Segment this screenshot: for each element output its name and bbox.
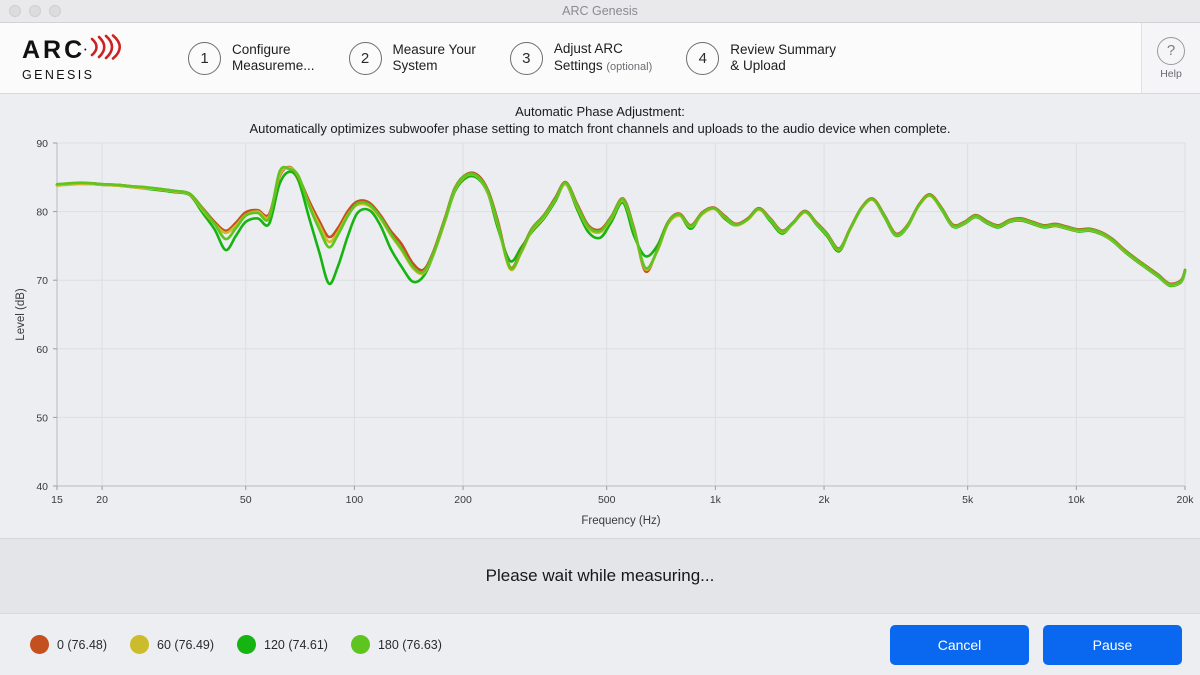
- x-tick-label: 500: [598, 494, 616, 506]
- x-tick-label: 5k: [962, 494, 974, 506]
- legend-swatch-phase-0: [30, 635, 49, 654]
- legend-swatch-phase-120: [237, 635, 257, 654]
- cancel-button[interactable]: Cancel: [890, 624, 1029, 665]
- footer-bar: 0 (76.48) 60 (76.49) 120 (74.61) 180 (76…: [0, 613, 1200, 675]
- app-header: ARC • GENESIS 1 Configure Measureme... 2…: [0, 23, 1200, 94]
- plot-background: [57, 143, 1185, 486]
- step-1-configure-measurement[interactable]: 1 Configure Measureme...: [188, 41, 315, 75]
- question-mark-icon: ?: [1157, 36, 1185, 65]
- chart-svg: 40 50 60 70 80 90 15 20 50 100 200 500 1k 2k 5k 10k 20k F…: [15, 138, 1195, 527]
- help-label: Help: [1160, 67, 1182, 80]
- y-tick-label: 50: [36, 412, 48, 424]
- arc-genesis-logo: ARC • GENESIS: [22, 34, 146, 82]
- chart-legend: 0 (76.48) 60 (76.49) 120 (74.61) 180 (76…: [30, 635, 442, 654]
- x-tick-label: 20: [96, 494, 108, 506]
- x-tick-label: 2k: [818, 494, 830, 506]
- x-tick-label: 100: [346, 494, 364, 506]
- status-bar: Please wait while measuring...: [0, 538, 1200, 613]
- y-tick-label: 60: [36, 344, 48, 356]
- y-tick-label: 80: [36, 207, 48, 219]
- step-3-line2: Settings (optional): [554, 58, 652, 76]
- help-button[interactable]: ? Help: [1141, 23, 1200, 93]
- x-tick-label: 50: [240, 494, 252, 506]
- status-message: Please wait while measuring...: [485, 566, 715, 585]
- y-tick-label: 40: [36, 481, 48, 493]
- legend-swatch-phase-60: [130, 635, 150, 654]
- legend-item-phase-120[interactable]: 120 (74.61): [237, 635, 328, 654]
- x-axis-title: Frequency (Hz): [581, 515, 660, 527]
- legend-label-phase-0: 0 (76.48): [57, 637, 108, 652]
- step-3-adjust-arc-settings[interactable]: 3 Adjust ARC Settings (optional): [509, 41, 652, 75]
- arc-genesis-window: ARC Genesis ARC • GENESIS 1 Configure Me…: [0, 0, 1200, 675]
- logo-sub-text: GENESIS: [22, 68, 95, 82]
- x-tick-label: 15: [51, 494, 63, 506]
- step-2-line2: System: [392, 58, 438, 73]
- x-tick-label: 10k: [1068, 494, 1086, 506]
- x-tick-label: 1k: [710, 494, 722, 506]
- logo-brand-text: ARC: [22, 35, 86, 64]
- step-4-label: Review Summary & Upload: [730, 42, 836, 75]
- window-title: ARC Genesis: [562, 4, 638, 18]
- x-tick-label: 20k: [1177, 494, 1195, 506]
- step-3-number: 3: [509, 41, 543, 75]
- legend-item-phase-60[interactable]: 60 (76.49): [130, 635, 214, 654]
- step-4-line1: Review Summary: [730, 41, 837, 57]
- step-1-number: 1: [188, 41, 221, 75]
- step-3-optional-tag: (optional): [606, 60, 653, 73]
- frequency-response-chart: 40 50 60 70 80 90 15 20 50 100 200 500 1k 2k 5k 10k 20k F…: [0, 131, 1200, 536]
- step-1-label: Configure Measureme...: [232, 42, 315, 75]
- main-content: Automatic Phase Adjustment: Automaticall…: [0, 94, 1200, 538]
- step-navigation: 1 Configure Measureme... 2 Measure Your …: [168, 41, 1141, 75]
- pause-button[interactable]: Pause: [1043, 624, 1182, 665]
- y-axis-title: Level (dB): [15, 288, 27, 341]
- legend-item-phase-180[interactable]: 180 (76.63): [350, 635, 442, 654]
- step-2-label: Measure Your System: [393, 42, 476, 75]
- step-2-number: 2: [348, 41, 382, 75]
- step-2-measure-your-system[interactable]: 2 Measure Your System: [348, 41, 476, 75]
- step-3-line2-text: Settings: [553, 57, 603, 73]
- legend-item-phase-0[interactable]: 0 (76.48): [30, 635, 107, 654]
- x-tick-label: 200: [454, 494, 472, 506]
- y-tick-label: 90: [36, 138, 48, 150]
- step-4-number: 4: [686, 41, 720, 75]
- registered-mark-icon: •: [84, 46, 87, 54]
- legend-label-phase-120: 120 (74.61): [264, 637, 328, 652]
- step-1-line1: Configure: [232, 41, 291, 57]
- step-2-line1: Measure Your: [392, 41, 476, 57]
- y-tick-label: 70: [36, 275, 48, 287]
- legend-swatch-phase-180: [350, 635, 370, 654]
- legend-label-phase-180: 180 (76.63): [377, 637, 442, 652]
- legend-label-phase-60: 60 (76.49): [157, 637, 215, 652]
- window-titlebar: ARC Genesis: [0, 0, 1200, 23]
- step-3-label: Adjust ARC Settings (optional): [554, 41, 652, 75]
- step-3-line1: Adjust ARC: [553, 41, 623, 56]
- step-4-review-summary-upload[interactable]: 4 Review Summary & Upload: [686, 41, 836, 75]
- step-4-line2: & Upload: [730, 58, 786, 73]
- caption-title: Automatic Phase Adjustment:: [515, 104, 685, 119]
- sound-wave-icon: [89, 34, 123, 65]
- step-1-line2: Measureme...: [232, 58, 315, 73]
- footer-actions: Cancel Pause: [890, 624, 1182, 665]
